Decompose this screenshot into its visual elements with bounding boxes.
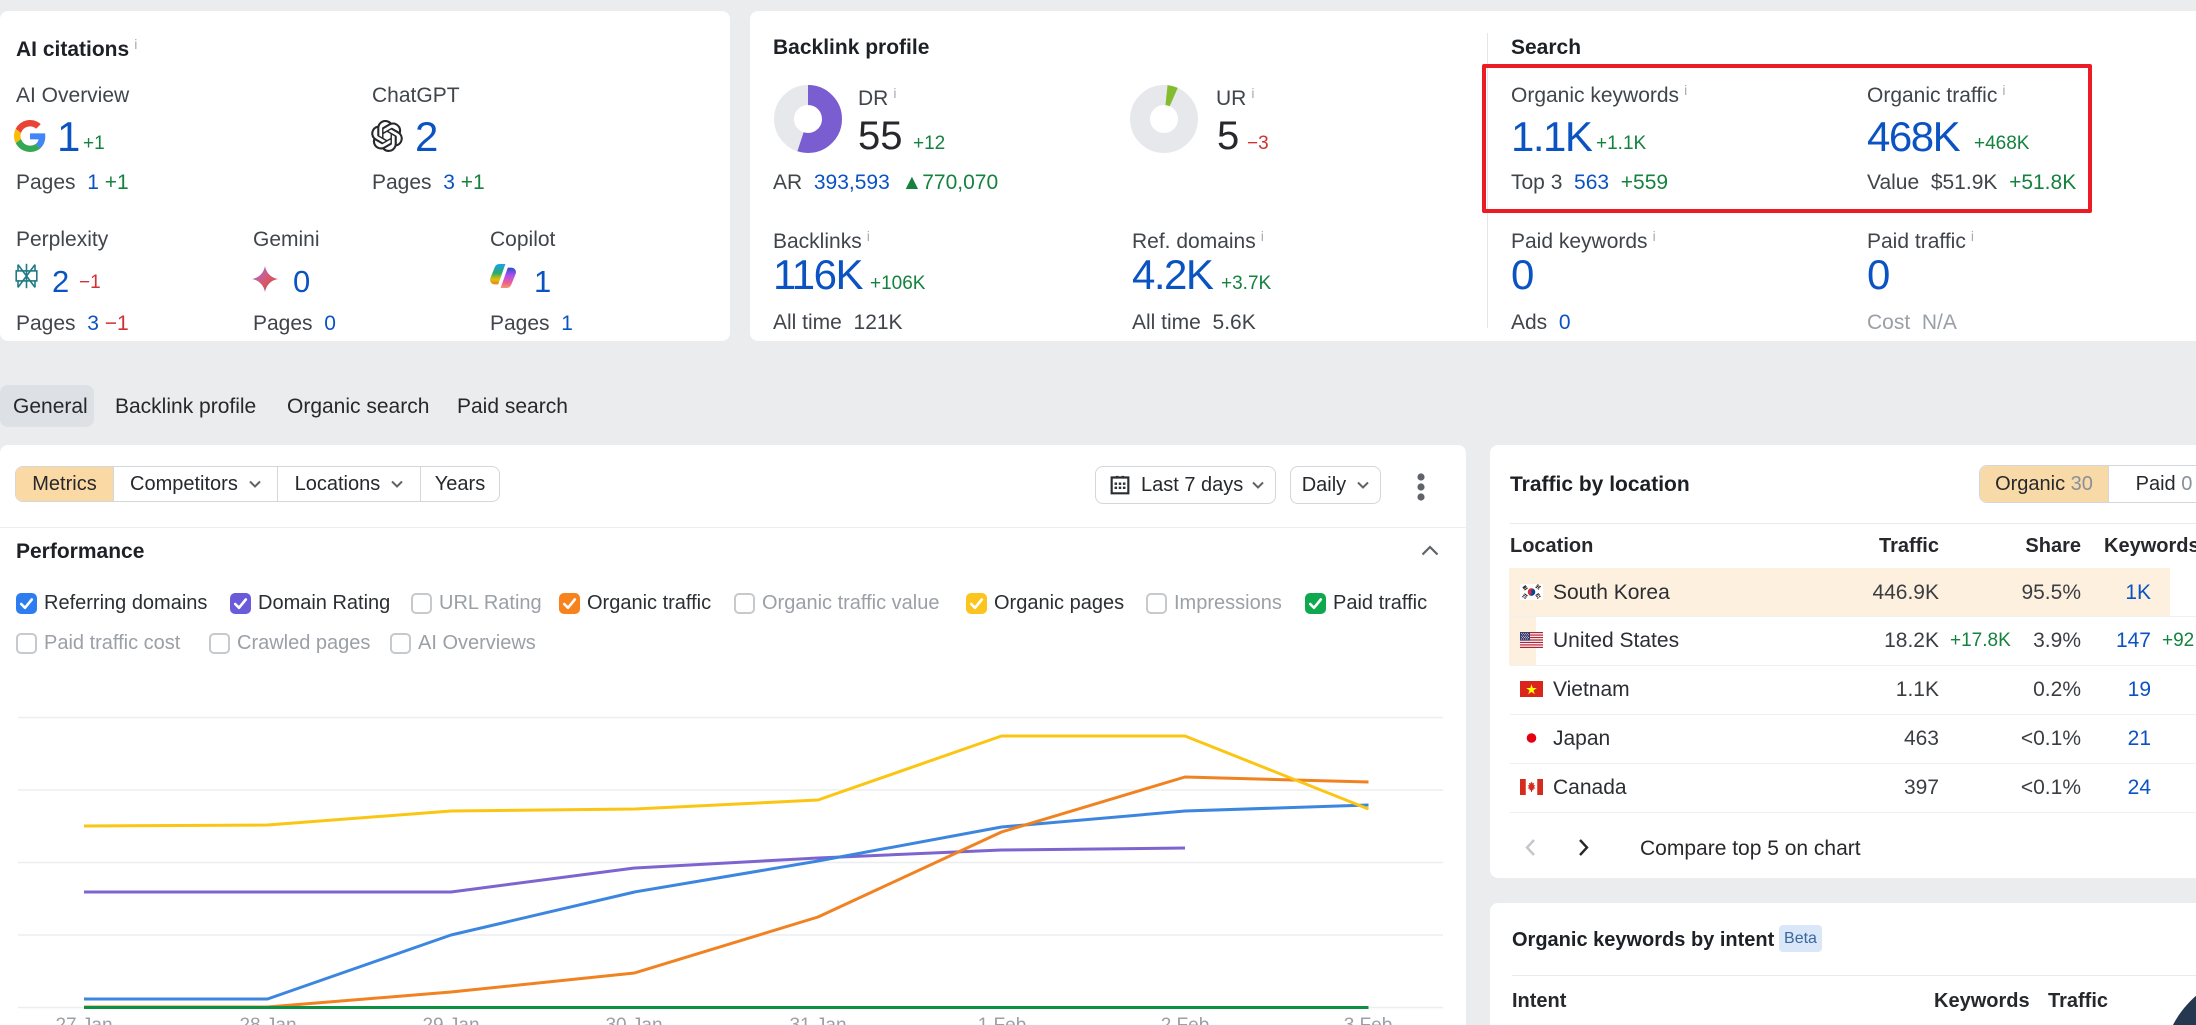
- svg-text:3 Feb: 3 Feb: [1344, 1015, 1393, 1025]
- svg-text:1 Feb: 1 Feb: [978, 1015, 1027, 1025]
- svg-text:30 Jan: 30 Jan: [605, 1015, 662, 1025]
- svg-text:2 Feb: 2 Feb: [1161, 1015, 1210, 1025]
- svg-text:28 Jan: 28 Jan: [239, 1015, 296, 1025]
- svg-text:31 Jan: 31 Jan: [789, 1015, 846, 1025]
- svg-text:29 Jan: 29 Jan: [422, 1015, 479, 1025]
- svg-text:27 Jan: 27 Jan: [55, 1015, 112, 1025]
